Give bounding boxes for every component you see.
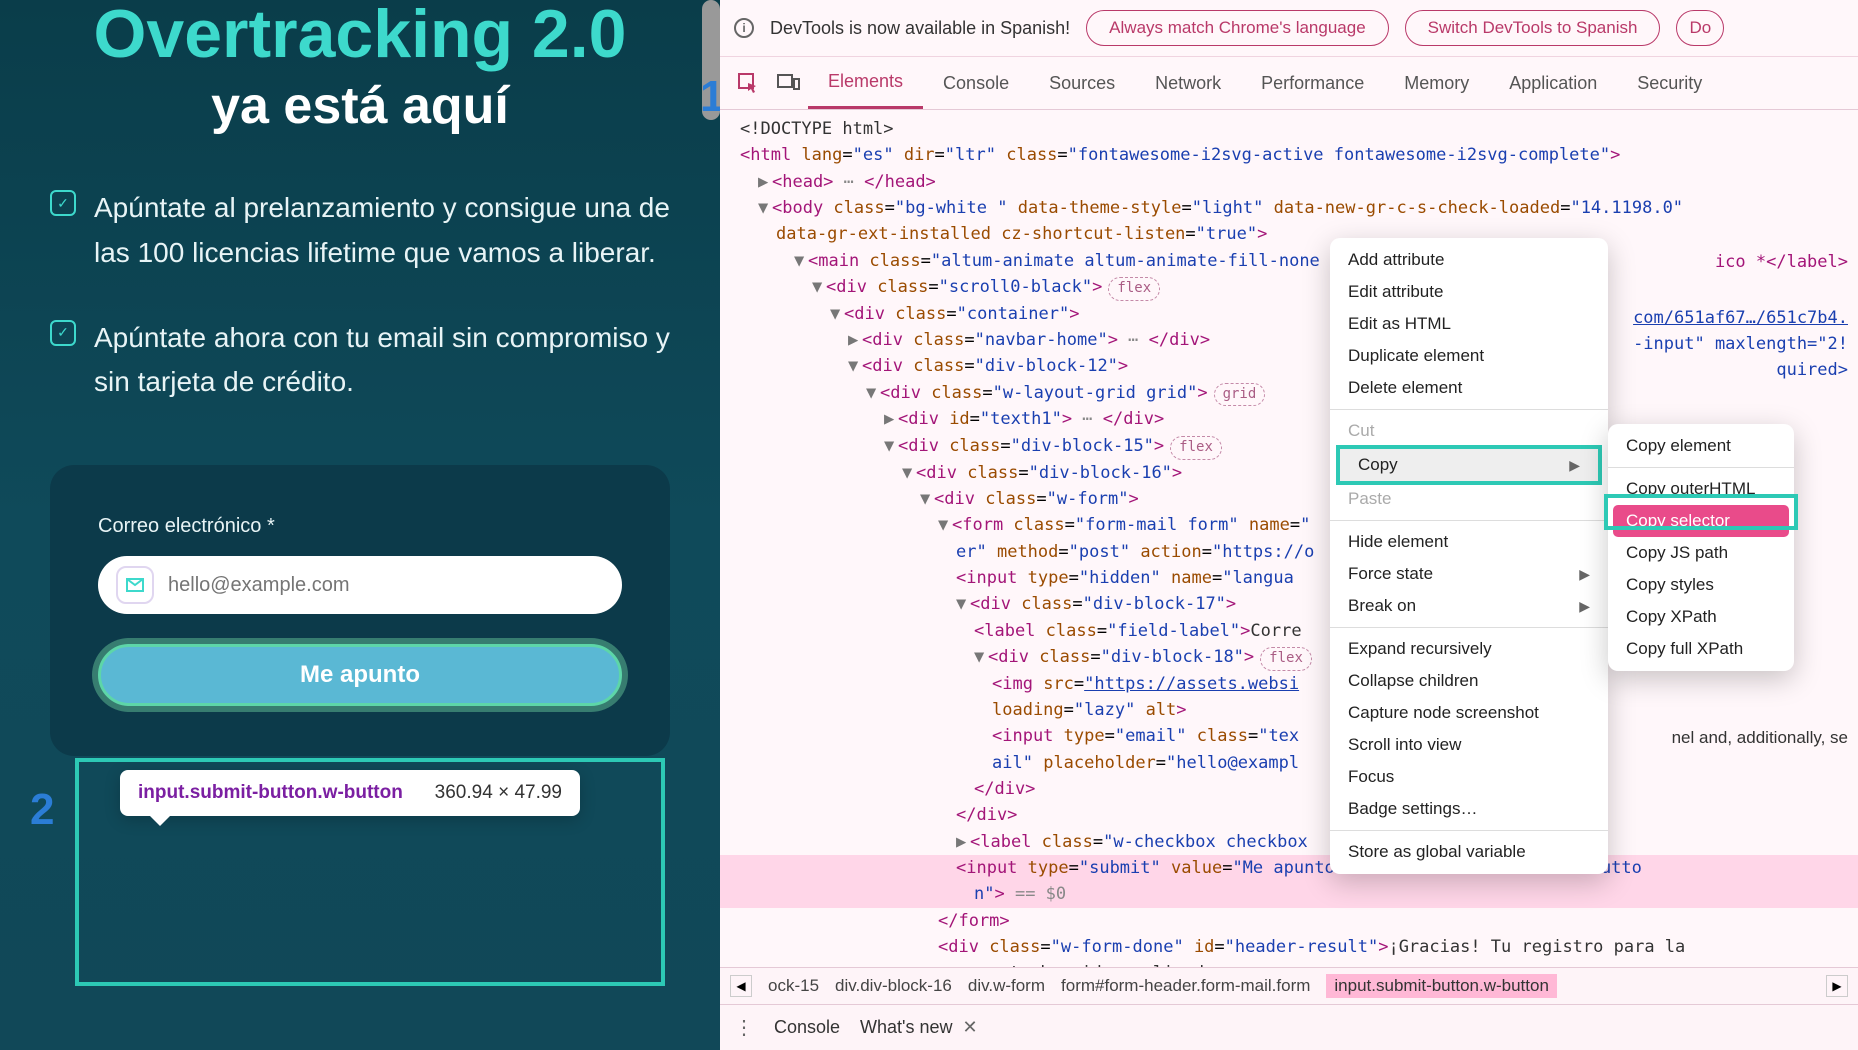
ctx-copy-styles[interactable]: Copy styles (1608, 569, 1794, 601)
hero-title: Overtracking 2.0 (50, 0, 670, 68)
ctx-add-attr[interactable]: Add attribute (1330, 244, 1608, 276)
tab-console[interactable]: Console (923, 59, 1029, 108)
breadcrumb-right[interactable]: ▶ (1826, 975, 1848, 997)
drawer: ⋮ Console What's new ✕ (720, 1005, 1858, 1050)
ctx-edit-attr[interactable]: Edit attribute (1330, 276, 1608, 308)
check-icon: ✓ (50, 190, 76, 216)
drawer-whatsnew[interactable]: What's new (860, 1017, 952, 1038)
ctx-copy-outerhtml[interactable]: Copy outerHTML (1608, 473, 1794, 505)
email-label: Correo electrónico * (98, 515, 622, 538)
context-menu: Add attribute Edit attribute Edit as HTM… (1330, 238, 1608, 874)
chevron-right-icon: ▶ (1569, 457, 1580, 474)
drawer-console[interactable]: Console (774, 1017, 840, 1038)
ctx-store[interactable]: Store as global variable (1330, 836, 1608, 868)
tab-network[interactable]: Network (1135, 59, 1241, 108)
language-notice: i DevTools is now available in Spanish! … (720, 0, 1858, 57)
ctx-copy[interactable]: Copy▶ (1336, 445, 1602, 485)
device-icon[interactable] (768, 59, 808, 107)
ctx-cut: Cut (1330, 415, 1608, 447)
ctx-badge[interactable]: Badge settings… (1330, 793, 1608, 825)
ctx-expand[interactable]: Expand recursively (1330, 633, 1608, 665)
envelope-icon (116, 566, 154, 604)
drawer-menu-icon[interactable]: ⋮ (734, 1015, 754, 1040)
context-submenu: Copy element Copy outerHTML Copy selecto… (1608, 424, 1794, 671)
hero-subtitle: ya está aquí (50, 76, 670, 136)
submit-button[interactable]: Me apunto (98, 644, 622, 706)
ctx-paste: Paste (1330, 483, 1608, 515)
inspect-icon[interactable] (728, 59, 768, 107)
ctx-screenshot[interactable]: Capture node screenshot (1330, 697, 1608, 729)
ctx-copy-fullxpath[interactable]: Copy full XPath (1608, 633, 1794, 665)
ctx-break-on[interactable]: Break on▶ (1330, 590, 1608, 622)
tab-security[interactable]: Security (1617, 59, 1722, 108)
ctx-scroll[interactable]: Scroll into view (1330, 729, 1608, 761)
ctx-collapse[interactable]: Collapse children (1330, 665, 1608, 697)
close-icon[interactable]: ✕ (963, 1017, 978, 1038)
ctx-copy-selector[interactable]: Copy selector (1613, 505, 1789, 537)
selected-element[interactable]: <input type="submit" value="Me apunto" c… (720, 855, 1858, 881)
bullet-2: ✓ Apúntate ahora con tu email sin compro… (50, 316, 670, 406)
tab-elements[interactable]: Elements (808, 57, 923, 109)
info-icon: i (734, 18, 754, 38)
ctx-copy-element[interactable]: Copy element (1608, 430, 1794, 462)
devtools-tabs: Elements Console Sources Network Perform… (720, 57, 1858, 110)
tab-application[interactable]: Application (1489, 59, 1617, 108)
ctx-edit-html[interactable]: Edit as HTML (1330, 308, 1608, 340)
ctx-focus[interactable]: Focus (1330, 761, 1608, 793)
ctx-hide[interactable]: Hide element (1330, 526, 1608, 558)
match-language-button[interactable]: Always match Chrome's language (1086, 10, 1388, 46)
bullet-1: ✓ Apúntate al prelanzamiento y consigue … (50, 186, 670, 276)
switch-language-button[interactable]: Switch DevTools to Spanish (1405, 10, 1661, 46)
ctx-copy-xpath[interactable]: Copy XPath (1608, 601, 1794, 633)
email-input-wrap[interactable] (98, 556, 622, 614)
signup-form: Correo electrónico * Me apunto (50, 465, 670, 756)
ctx-duplicate[interactable]: Duplicate element (1330, 340, 1608, 372)
ctx-delete[interactable]: Delete element (1330, 372, 1608, 404)
dismiss-button[interactable]: Do (1676, 10, 1724, 46)
check-icon: ✓ (50, 320, 76, 346)
annotation-2: 2 (30, 785, 54, 835)
breadcrumb-active[interactable]: input.submit-button.w-button (1326, 974, 1557, 998)
element-tooltip: input.submit-button.w-button 360.94 × 47… (120, 770, 580, 816)
tab-sources[interactable]: Sources (1029, 59, 1135, 108)
ctx-force-state[interactable]: Force state▶ (1330, 558, 1608, 590)
email-field[interactable] (168, 574, 604, 597)
tab-memory[interactable]: Memory (1384, 59, 1489, 108)
breadcrumb-left[interactable]: ◀ (730, 975, 752, 997)
breadcrumb: ◀ ock-15 div.div-block-16 div.w-form for… (720, 967, 1858, 1005)
ctx-copy-jspath[interactable]: Copy JS path (1608, 537, 1794, 569)
website-preview: Overtracking 2.0 ya está aquí ✓ Apúntate… (0, 0, 720, 1050)
tab-performance[interactable]: Performance (1241, 59, 1384, 108)
